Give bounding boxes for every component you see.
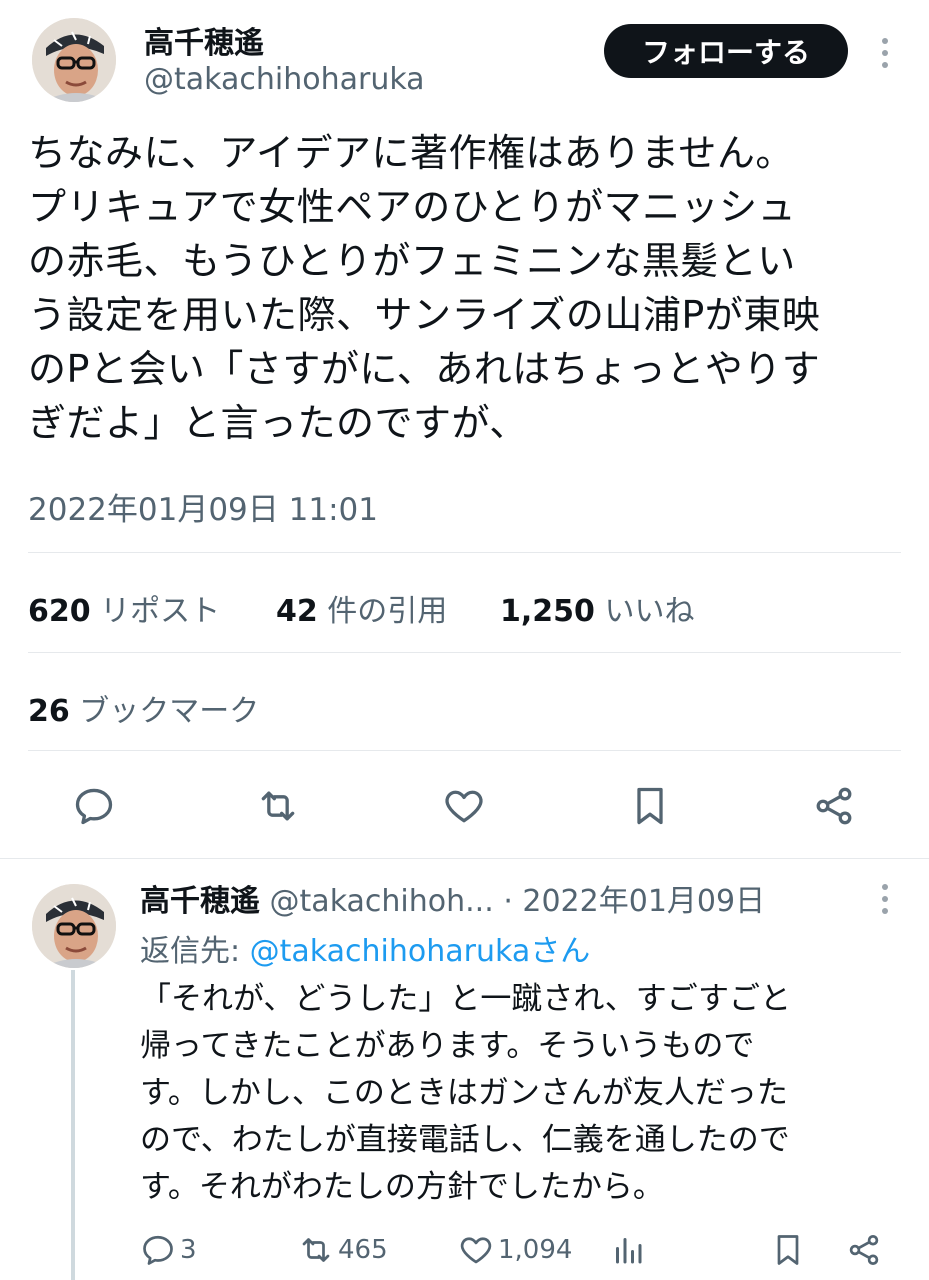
reply-repost-button[interactable]: 465	[298, 1232, 388, 1268]
likes-label: いいね	[604, 594, 695, 629]
reposts-label: リポスト	[100, 594, 221, 629]
tweet-text-line: プリキュアで女性ペアのひとりがマニッシュ	[28, 185, 797, 229]
reply-author-name[interactable]: 高千穂遙	[140, 884, 260, 919]
reply-header: 高千穂遙 @takachihoh... · 2022年01月09日	[140, 876, 765, 920]
divider	[0, 858, 929, 859]
like-icon[interactable]	[442, 784, 486, 828]
bookmarks-stat[interactable]: 26 ブックマーク	[28, 686, 259, 730]
repost-count: 465	[338, 1235, 388, 1265]
reply-text-line: ので、わたしが直接電話し、仁義を通したので	[140, 1122, 790, 1158]
reply-date[interactable]: · 2022年01月09日	[503, 884, 765, 919]
repost-icon[interactable]	[256, 784, 300, 828]
bookmark-icon[interactable]	[628, 784, 672, 828]
follow-button[interactable]: フォローする	[604, 24, 848, 78]
divider	[28, 552, 901, 553]
likes-stat[interactable]: 1,250 いいね	[500, 586, 694, 630]
reply-text: 「それが、どうした」と一蹴され、すごすごと 帰ってきたことがあります。そういうも…	[140, 976, 791, 1211]
replying-to-prefix: 返信先:	[140, 934, 250, 969]
reply-text-line: 帰ってきたことがあります。そういうもので	[140, 1028, 755, 1064]
tweet-text-line: の赤毛、もうひとりがフェミニンな黒髪とい	[28, 239, 796, 283]
reply-text-line: す。しかし、このときはガンさんが友人だった	[140, 1075, 788, 1111]
divider	[28, 750, 901, 751]
reply-author-avatar[interactable]	[32, 884, 116, 968]
like-count: 1,094	[498, 1235, 573, 1265]
reply-author-handle[interactable]: @takachihoh...	[270, 884, 494, 919]
author-handle[interactable]: @takachihoharuka	[144, 62, 425, 97]
quotes-stat[interactable]: 42 件の引用	[276, 586, 447, 630]
share-icon[interactable]	[812, 784, 856, 828]
divider	[28, 652, 901, 653]
bookmark-icon	[777, 1235, 799, 1265]
reply-icon[interactable]	[72, 784, 116, 828]
tweet-text-line: ちなみに、アイデアに著作権はありません。	[28, 131, 794, 175]
reply-count: 3	[180, 1235, 197, 1265]
reposts-count: 620	[28, 594, 91, 629]
tweet-text-line: のPと会い「さすがに、あれはちょっとやりす	[28, 347, 821, 391]
bookmarks-count: 26	[28, 694, 70, 729]
reply-icon	[143, 1235, 173, 1265]
replying-to: 返信先: @takachihoharukaさん	[140, 926, 590, 970]
repost-icon	[302, 1238, 330, 1262]
bookmarks-label: ブックマーク	[79, 694, 260, 729]
reposts-stat[interactable]: 620 リポスト	[28, 586, 220, 630]
reply-bookmark-button[interactable]	[770, 1232, 806, 1268]
quotes-count: 42	[276, 594, 318, 629]
reply-views-button[interactable]	[610, 1232, 646, 1268]
reply-share-button[interactable]	[846, 1232, 882, 1268]
reply-text-line: す。それがわたしの方針でしたから。	[140, 1169, 664, 1205]
quotes-label: 件の引用	[327, 594, 448, 629]
author-avatar[interactable]	[32, 18, 116, 102]
views-icon	[616, 1238, 642, 1264]
share-icon	[849, 1235, 879, 1265]
reply-like-button[interactable]: 1,094	[458, 1232, 572, 1268]
like-icon	[460, 1237, 492, 1264]
likes-count: 1,250	[500, 594, 595, 629]
replying-to-handle[interactable]: @takachihoharukaさん	[250, 934, 591, 969]
reply-text-line: 「それが、どうした」と一蹴され、すごすごと	[140, 981, 791, 1017]
reply-more-options-icon[interactable]	[880, 884, 890, 914]
thread-line	[71, 970, 75, 1280]
tweet-timestamp[interactable]: 2022年01月09日 11:01	[28, 484, 378, 529]
author-name[interactable]: 高千穂遙	[144, 18, 264, 62]
tweet-text: ちなみに、アイデアに著作権はありません。 プリキュアで女性ペアのひとりがマニッシ…	[28, 126, 820, 450]
more-options-icon[interactable]	[880, 38, 890, 68]
tweet-text-line: ぎだよ」と言ったのですが、	[28, 401, 528, 445]
reply-reply-button[interactable]: 3	[140, 1232, 197, 1268]
tweet-text-line: う設定を用いた際、サンライズの山浦Pが東映	[28, 293, 821, 337]
